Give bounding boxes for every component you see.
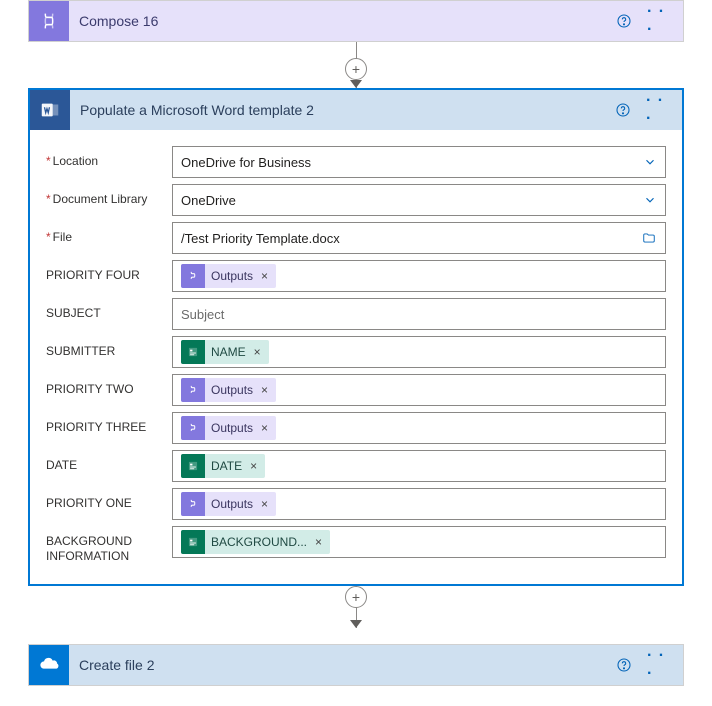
priority-one-input[interactable]: Outputs ×: [172, 488, 666, 520]
token-label: BACKGROUND...: [211, 535, 307, 549]
help-button[interactable]: [610, 97, 636, 123]
label-file: File: [46, 222, 164, 245]
location-select[interactable]: OneDrive for Business: [172, 146, 666, 178]
add-step-button[interactable]: +: [345, 58, 367, 80]
word-icon: [30, 90, 70, 130]
arrow-icon: [350, 80, 362, 88]
token-label: Outputs: [211, 421, 253, 435]
more-button[interactable]: · · ·: [646, 97, 672, 123]
compose-icon: [29, 1, 69, 41]
label-priority-four: PRIORITY FOUR: [46, 260, 164, 283]
action-title: Compose 16: [79, 13, 601, 29]
help-button[interactable]: [611, 8, 637, 34]
label-location: Location: [46, 146, 164, 169]
token-remove[interactable]: ×: [259, 497, 270, 511]
token-remove[interactable]: ×: [252, 345, 263, 359]
action-body: Location OneDrive for Business Document …: [30, 130, 682, 584]
compose-token-icon: [181, 264, 205, 288]
chevron-down-icon: [643, 193, 657, 207]
token-remove[interactable]: ×: [313, 535, 324, 549]
date-input[interactable]: DATE ×: [172, 450, 666, 482]
token-date[interactable]: DATE ×: [181, 454, 265, 478]
label-background: BACKGROUND INFORMATION: [46, 526, 164, 564]
onedrive-icon: [29, 645, 69, 685]
token-label: DATE: [211, 459, 242, 473]
token-label: Outputs: [211, 383, 253, 397]
token-remove[interactable]: ×: [248, 459, 259, 473]
subject-input[interactable]: Subject: [172, 298, 666, 330]
file-value: /Test Priority Template.docx: [181, 231, 637, 246]
add-step-button[interactable]: +: [345, 586, 367, 608]
token-background[interactable]: BACKGROUND... ×: [181, 530, 330, 554]
label-date: DATE: [46, 450, 164, 473]
action-word-template[interactable]: Populate a Microsoft Word template 2 · ·…: [28, 88, 684, 586]
background-input[interactable]: BACKGROUND... ×: [172, 526, 666, 558]
submitter-input[interactable]: NAME ×: [172, 336, 666, 368]
more-button[interactable]: · · ·: [647, 8, 673, 34]
file-input[interactable]: /Test Priority Template.docx: [172, 222, 666, 254]
folder-icon[interactable]: [641, 231, 657, 245]
help-button[interactable]: [611, 652, 637, 678]
arrow-icon: [350, 620, 362, 628]
connector: +: [28, 42, 684, 88]
label-priority-two: PRIORITY TWO: [46, 374, 164, 397]
action-compose[interactable]: Compose 16 · · ·: [28, 0, 684, 42]
priority-four-input[interactable]: Outputs ×: [172, 260, 666, 292]
chevron-down-icon: [643, 155, 657, 169]
token-remove[interactable]: ×: [259, 269, 270, 283]
action-header[interactable]: Populate a Microsoft Word template 2 · ·…: [30, 90, 682, 130]
compose-token-icon: [181, 378, 205, 402]
action-header[interactable]: Create file 2 · · ·: [29, 645, 683, 685]
token-outputs[interactable]: Outputs ×: [181, 492, 276, 516]
connector: +: [28, 586, 684, 628]
priority-two-input[interactable]: Outputs ×: [172, 374, 666, 406]
subject-placeholder: Subject: [181, 307, 657, 322]
library-select[interactable]: OneDrive: [172, 184, 666, 216]
label-priority-one: PRIORITY ONE: [46, 488, 164, 511]
action-create-file[interactable]: Create file 2 · · ·: [28, 644, 684, 686]
label-subject: SUBJECT: [46, 298, 164, 321]
forms-token-icon: [181, 454, 205, 478]
more-button[interactable]: · · ·: [647, 652, 673, 678]
label-submitter: SUBMITTER: [46, 336, 164, 359]
action-title: Populate a Microsoft Word template 2: [80, 102, 600, 118]
label-library: Document Library: [46, 184, 164, 207]
forms-token-icon: [181, 530, 205, 554]
compose-token-icon: [181, 416, 205, 440]
action-header[interactable]: Compose 16 · · ·: [29, 1, 683, 41]
action-title: Create file 2: [79, 657, 601, 673]
location-value: OneDrive for Business: [181, 155, 639, 170]
token-outputs[interactable]: Outputs ×: [181, 264, 276, 288]
label-priority-three: PRIORITY THREE: [46, 412, 164, 435]
token-label: Outputs: [211, 269, 253, 283]
token-name[interactable]: NAME ×: [181, 340, 269, 364]
token-label: Outputs: [211, 497, 253, 511]
forms-token-icon: [181, 340, 205, 364]
priority-three-input[interactable]: Outputs ×: [172, 412, 666, 444]
token-remove[interactable]: ×: [259, 421, 270, 435]
token-outputs[interactable]: Outputs ×: [181, 416, 276, 440]
token-label: NAME: [211, 345, 246, 359]
library-value: OneDrive: [181, 193, 639, 208]
compose-token-icon: [181, 492, 205, 516]
token-outputs[interactable]: Outputs ×: [181, 378, 276, 402]
token-remove[interactable]: ×: [259, 383, 270, 397]
